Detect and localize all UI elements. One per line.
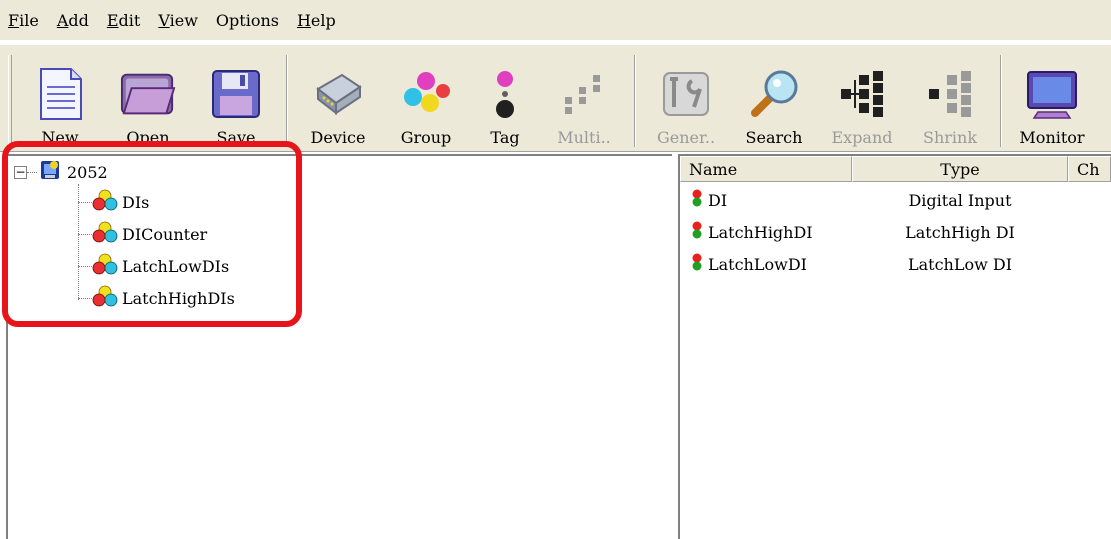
device-label: Device <box>310 128 366 147</box>
tag-status-icon <box>690 253 704 275</box>
tag-dots-icon <box>477 66 533 122</box>
group-label: Group <box>400 128 452 147</box>
shrink-tree-icon <box>922 66 978 122</box>
wrench-tools-icon <box>658 66 714 122</box>
device-module-icon <box>310 66 366 122</box>
tag-type: Digital Input <box>908 190 1012 210</box>
save-button[interactable]: Save <box>192 51 280 151</box>
menu-view[interactable]: View <box>158 11 198 30</box>
gener-button[interactable]: Gener.. <box>642 51 730 151</box>
toolbar-grip[interactable] <box>8 55 12 149</box>
list-cell-name: LatchLowDI <box>680 253 852 275</box>
multi-button[interactable]: Multi.. <box>540 51 628 151</box>
list-row[interactable]: LatchHighDI LatchHigh DI <box>680 220 1111 244</box>
list-row[interactable]: LatchLowDI LatchLow DI <box>680 252 1111 276</box>
device-button[interactable]: Device <box>294 51 382 151</box>
column-header-type[interactable]: Type <box>852 156 1068 182</box>
menu-bar: File Add Edit View Options Help <box>0 0 1111 40</box>
search-button[interactable]: Search <box>730 51 818 151</box>
expand-tree-icon <box>834 66 890 122</box>
tag-name: LatchLowDI <box>708 254 807 274</box>
monitor-icon <box>1024 66 1080 122</box>
tag-status-icon <box>690 189 704 211</box>
group-button[interactable]: Group <box>382 51 470 151</box>
list-cell-name: LatchHighDI <box>680 221 852 243</box>
menu-options[interactable]: Options <box>216 11 279 30</box>
open-button[interactable]: Open <box>104 51 192 151</box>
toolbar-separator <box>1000 55 1002 147</box>
monitor-label: Monitor <box>1019 128 1085 147</box>
expand-label: Expand <box>831 128 893 147</box>
column-header-ch[interactable]: Ch <box>1068 156 1111 182</box>
menu-help[interactable]: Help <box>297 11 336 30</box>
shrink-label: Shrink <box>922 128 978 147</box>
menu-edit[interactable]: Edit <box>107 11 140 30</box>
search-label: Search <box>745 128 803 147</box>
highlight-annotation <box>2 141 302 327</box>
toolbar-separator <box>286 55 288 147</box>
group-circles-icon <box>398 66 454 122</box>
new-document-icon <box>32 66 88 122</box>
new-button[interactable]: New <box>16 51 104 151</box>
tag-status-icon <box>690 221 704 243</box>
menu-file[interactable]: File <box>8 11 39 30</box>
expand-button[interactable]: Expand <box>818 51 906 151</box>
floppy-disk-icon <box>208 66 264 122</box>
tag-type: LatchLow DI <box>907 254 1013 274</box>
toolbar: New Open Save Device Group Tag Multi.. G… <box>0 44 1111 152</box>
column-header-name[interactable]: Name <box>680 156 852 182</box>
monitor-button[interactable]: Monitor <box>1008 51 1096 151</box>
menu-add[interactable]: Add <box>57 11 89 30</box>
list-pane[interactable]: Name Type Ch DI Digital Input LatchHighD… <box>678 154 1111 539</box>
list-cell-name: DI <box>680 189 852 211</box>
tag-name: LatchHighDI <box>708 222 813 242</box>
open-folder-icon <box>120 66 176 122</box>
list-header: Name Type Ch <box>680 156 1111 182</box>
multi-tag-icon <box>556 66 612 122</box>
toolbar-separator <box>634 55 636 147</box>
list-row[interactable]: DI Digital Input <box>680 188 1111 212</box>
tag-label: Tag <box>490 128 520 147</box>
tag-type: LatchHigh DI <box>905 222 1015 242</box>
magnifier-icon <box>746 66 802 122</box>
tag-button[interactable]: Tag <box>470 51 540 151</box>
tag-name: DI <box>708 190 728 210</box>
multi-label: Multi.. <box>557 128 611 147</box>
gener-label: Gener.. <box>656 128 716 147</box>
shrink-button[interactable]: Shrink <box>906 51 994 151</box>
